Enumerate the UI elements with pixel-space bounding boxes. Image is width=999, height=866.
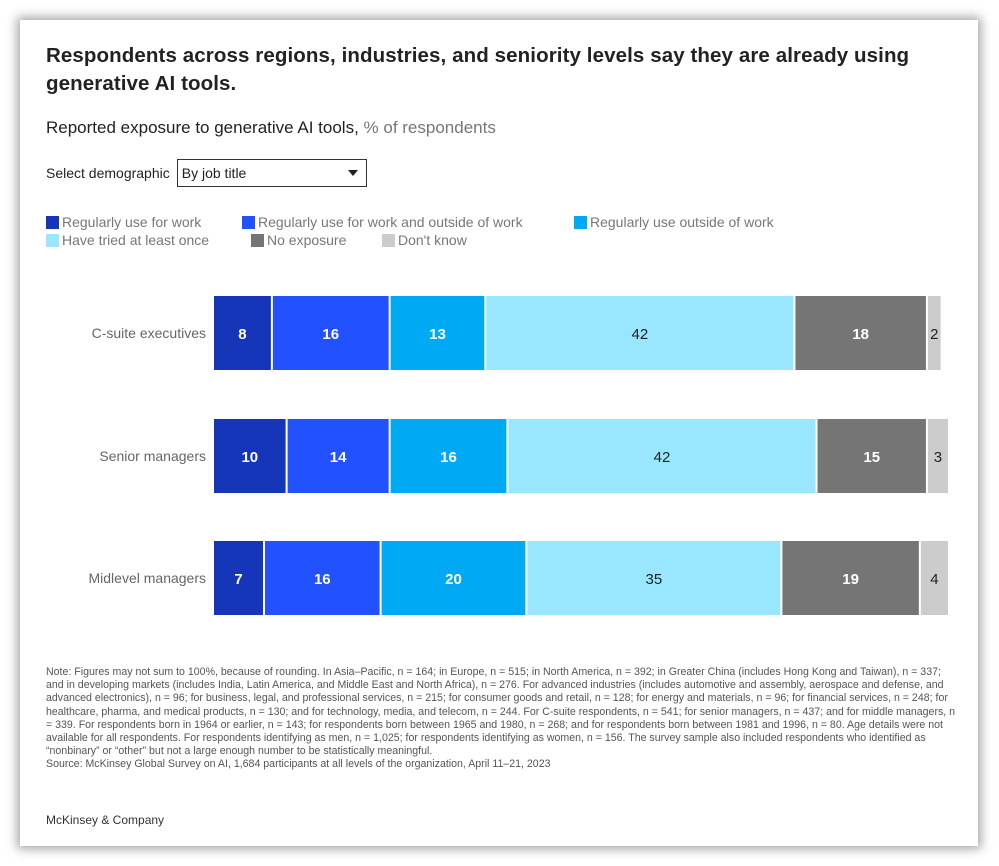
data-label: 16 [314,571,331,588]
caret-down-icon [347,170,358,176]
data-label: 8 [238,326,246,343]
data-label: 18 [852,326,869,343]
data-label: 13 [429,326,446,343]
demographic-selector: Select demographic By job title [46,158,367,188]
category-label: Midlevel managers [89,570,207,586]
legend-label: Regularly use for work and outside of wo… [258,214,523,230]
legend-swatch [46,215,59,229]
data-label: 42 [654,449,671,466]
subtitle-main: Reported exposure to generative AI tools… [46,118,359,137]
legend-swatch [251,233,264,247]
category-label: C-suite executives [92,325,206,341]
legend-label: Regularly use for work [62,214,202,230]
data-label: 14 [330,449,347,466]
legend-item-dont-know: Don't know [382,232,467,248]
data-label: 10 [241,449,258,466]
data-label: 20 [445,571,462,588]
legend-swatch [242,215,255,229]
demographic-label: Select demographic [46,165,170,181]
chart-card: Respondents across regions, industries, … [20,20,978,846]
data-label: 3 [934,449,942,466]
legend-label: Don't know [398,232,467,248]
legend-label: Have tried at least once [62,232,210,248]
legend: Regularly use for work Regularly use for… [46,213,946,249]
legend-item-use-outside-work: Regularly use outside of work [574,214,774,230]
legend-item-use-for-work-and-outside: Regularly use for work and outside of wo… [242,214,574,230]
stacked-bar-chart: C-suite executives 8 16 13 42 18 2 Senior manag… [89,296,948,615]
data-label: 7 [234,571,242,588]
data-label: 16 [322,326,339,343]
bar-row-senior-managers: Senior managers 10 14 16 42 15 3 [99,419,948,493]
data-label: 4 [930,571,938,588]
footnote-source: Source: McKinsey Global Survey on AI, 1,… [46,758,551,771]
brand-logo-text: McKinsey & Company [46,813,165,827]
data-label: 2 [930,326,938,343]
subtitle-unit: % of respondents [358,118,496,137]
legend-item-no-exposure: No exposure [251,232,382,248]
footnote: Note: Figures may not sum to 100%, becau… [46,666,958,772]
legend-label: Regularly use outside of work [590,214,774,230]
demographic-selected-value: By job title [181,165,247,181]
legend-row-1: Regularly use for work Regularly use for… [46,213,946,231]
legend-swatch [382,233,395,247]
data-label: 35 [646,571,663,588]
bar-row-midlevel-managers: Midlevel managers 7 16 20 35 19 4 [89,541,948,615]
chart-subtitle: Reported exposure to generative AI tools… [46,118,496,138]
legend-item-tried-once: Have tried at least once [46,232,251,248]
data-label: 15 [863,449,880,466]
category-label: Senior managers [99,448,206,464]
legend-row-2: Have tried at least once No exposure Don… [46,231,946,249]
chart-title: Respondents across regions, industries, … [46,44,910,95]
data-label: 16 [440,449,457,466]
footnote-note: Note: Figures may not sum to 100%, becau… [46,666,956,758]
legend-swatch [574,215,587,229]
legend-swatch [46,233,59,247]
data-label: 19 [842,571,859,588]
data-label: 42 [632,326,649,343]
demographic-dropdown[interactable]: By job title [176,159,367,187]
legend-item-use-for-work: Regularly use for work [46,214,242,230]
bar-row-c-suite-executives: C-suite executives 8 16 13 42 18 2 [92,296,941,370]
legend-label: No exposure [267,232,347,248]
